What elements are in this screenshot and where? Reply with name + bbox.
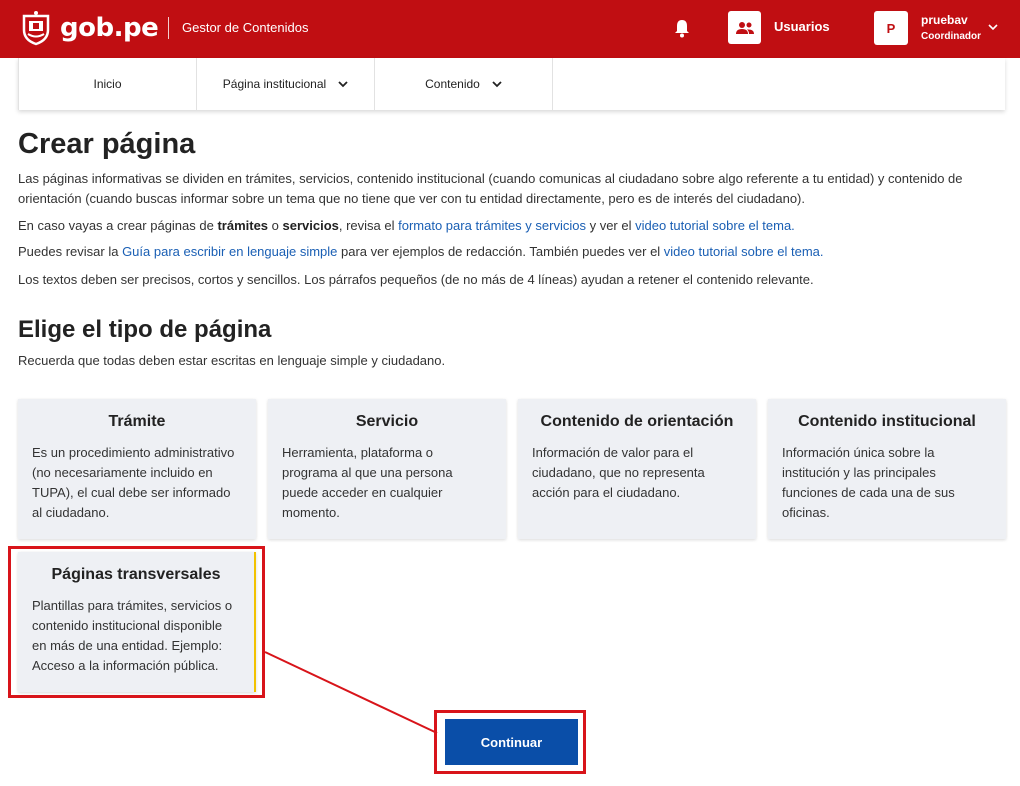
users-button[interactable] xyxy=(728,11,761,44)
tramites-paragraph: En caso vayas a crear páginas de trámite… xyxy=(18,216,1008,236)
nav-item-label: Página institucional xyxy=(222,77,327,91)
tips-paragraph: Los textos deben ser precisos, cortos y … xyxy=(18,272,814,287)
text: , revisa el xyxy=(338,218,399,233)
avatar[interactable]: P xyxy=(874,11,908,45)
card-title: Contenido institucional xyxy=(798,413,976,430)
card-title: Trámite xyxy=(108,413,166,430)
card-desc: Información de valor para el ciudadano, … xyxy=(532,445,705,500)
nav-item-label: Contenido xyxy=(425,77,480,91)
highlight-box-card xyxy=(8,546,265,698)
nav-item-pagina-institucional[interactable]: Página institucional xyxy=(197,58,375,110)
formato-link[interactable]: formato para trámites y servicios xyxy=(398,218,586,233)
top-bar: gob.pe Gestor de Contenidos Usuarios P p… xyxy=(0,0,1020,58)
coat-of-arms-icon xyxy=(22,11,50,46)
header-divider xyxy=(168,17,169,39)
card-title: Contenido de orientación xyxy=(540,413,734,430)
chevron-down-icon[interactable] xyxy=(988,23,998,31)
user-role: Coordinador xyxy=(921,31,981,42)
nav-item-contenido[interactable]: Contenido xyxy=(375,58,553,110)
card-contenido-orientacion[interactable]: Contenido de orientación Información de … xyxy=(518,399,756,539)
text: y ver el xyxy=(585,218,636,233)
gob-pe-logo[interactable]: gob.pe xyxy=(18,10,159,46)
guia-paragraph: Puedes revisar la Guía para escribir en … xyxy=(18,242,1008,262)
card-contenido-institucional[interactable]: Contenido institucional Información únic… xyxy=(768,399,1006,539)
users-label[interactable]: Usuarios xyxy=(774,19,830,34)
users-icon xyxy=(735,21,754,34)
bold-text: servicios xyxy=(282,218,339,233)
text: Puedes revisar la xyxy=(18,244,123,259)
continue-button[interactable]: Continuar xyxy=(445,719,578,765)
text: En caso vayas a crear páginas de xyxy=(18,218,218,233)
chevron-down-icon xyxy=(338,80,348,87)
nav-item-label: Inicio xyxy=(93,77,122,91)
bell-icon[interactable] xyxy=(673,18,691,38)
logo-text: gob.pe xyxy=(60,13,159,43)
card-desc: Información única sobre la institución y… xyxy=(782,445,955,520)
guia-link[interactable]: Guía para escribir en lenguaje simple xyxy=(122,244,337,259)
chevron-down-icon xyxy=(492,80,502,87)
card-desc: Es un procedimiento administrativo (no n… xyxy=(32,445,235,520)
video-tutorial-link[interactable]: video tutorial sobre el tema. xyxy=(635,218,795,233)
text: para ver ejemplos de redacción. También … xyxy=(337,244,664,259)
user-name: pruebav xyxy=(921,13,968,27)
main-nav: Inicio Página institucional Contenido xyxy=(18,58,1005,110)
intro-paragraph: Las páginas informativas se dividen en t… xyxy=(18,171,963,206)
section-subtitle: Recuerda que todas deben estar escritas … xyxy=(18,353,446,368)
bold-text: trámites xyxy=(217,218,269,233)
video-tutorial-link[interactable]: video tutorial sobre el tema. xyxy=(664,244,824,259)
page-title: Crear página xyxy=(18,128,196,160)
text: o xyxy=(268,218,283,233)
section-title: Elige el tipo de página xyxy=(18,316,272,343)
card-servicio[interactable]: Servicio Herramienta, plataforma o progr… xyxy=(268,399,506,539)
app-name: Gestor de Contenidos xyxy=(182,20,309,35)
card-tramite[interactable]: Trámite Es un procedimiento administrati… xyxy=(18,399,256,539)
nav-item-inicio[interactable]: Inicio xyxy=(19,58,197,110)
card-title: Servicio xyxy=(355,413,419,430)
card-desc: Herramienta, plataforma o programa al qu… xyxy=(282,445,453,520)
